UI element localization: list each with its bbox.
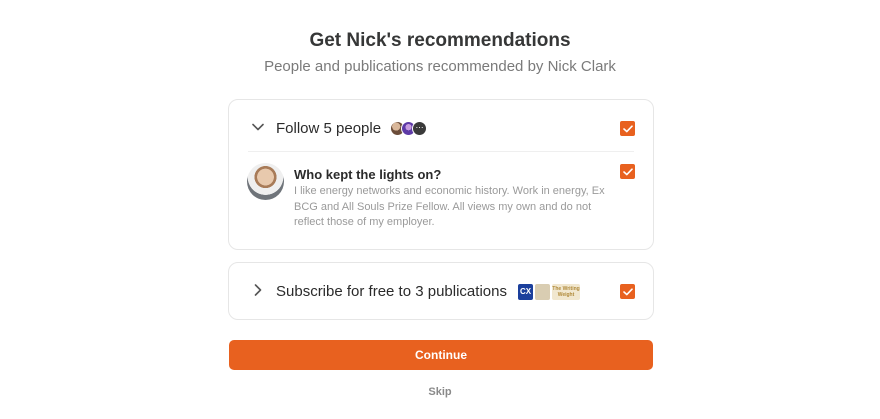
people-avatar-stack: ⋯ <box>390 121 427 136</box>
publications-label: Subscribe for free to 3 publications <box>276 283 507 300</box>
more-avatars-icon: ⋯ <box>412 121 427 136</box>
person-name: Who kept the lights on? <box>294 167 442 182</box>
chevron-right-icon[interactable] <box>251 283 265 297</box>
skip-link[interactable]: Skip <box>0 386 880 398</box>
divider <box>248 151 634 152</box>
person-avatar <box>247 163 284 200</box>
publication-logo: The Writing Weight <box>552 284 580 300</box>
publications-toggle[interactable]: Subscribe for free to 3 publications CX … <box>229 263 653 321</box>
follow-people-card: Follow 5 people ⋯ Who kept the lights on… <box>228 99 654 250</box>
publication-logo <box>535 284 550 300</box>
page-subtitle: People and publications recommended by N… <box>264 58 616 75</box>
person-bio: I like energy networks and economic hist… <box>294 185 605 228</box>
page-title: Get Nick's recommendations <box>309 30 571 51</box>
publications-checkbox[interactable] <box>620 284 635 299</box>
follow-people-checkbox[interactable] <box>620 121 635 136</box>
recommendations-page: Get Nick's recommendations People and pu… <box>0 0 880 419</box>
follow-people-toggle[interactable]: Follow 5 people ⋯ <box>229 100 653 158</box>
publication-logo: CX <box>518 284 533 300</box>
follow-people-label: Follow 5 people <box>276 120 382 137</box>
chevron-down-icon[interactable] <box>251 120 265 134</box>
publication-logos: CX The Writing Weight <box>518 284 580 300</box>
continue-button[interactable]: Continue <box>229 340 653 370</box>
person-checkbox[interactable] <box>620 164 635 179</box>
publications-card: Subscribe for free to 3 publications CX … <box>228 262 654 320</box>
